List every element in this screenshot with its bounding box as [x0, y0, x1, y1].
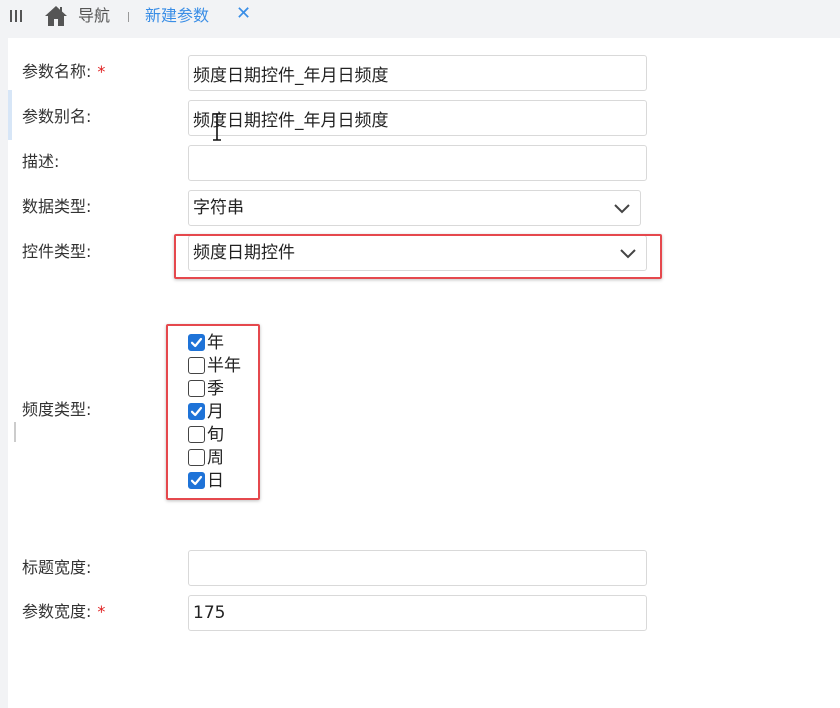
description-label: 描述: — [22, 152, 60, 171]
control-type-label: 控件类型: — [22, 242, 92, 261]
resize-handle[interactable] — [14, 422, 16, 442]
menu-toggle-icon[interactable] — [10, 10, 22, 22]
close-tab-icon[interactable]: ✕ — [236, 4, 251, 24]
data-type-label: 数据类型: — [22, 197, 92, 216]
param-alias-label: 参数别名: — [22, 107, 92, 126]
frequency-highlight — [166, 324, 260, 500]
param-name-label: 参数名称: * — [22, 62, 106, 81]
data-type-select[interactable]: 字符串 — [188, 190, 641, 226]
param-name-input[interactable] — [188, 55, 647, 91]
required-mark: * — [97, 62, 106, 81]
home-icon[interactable] — [44, 5, 68, 27]
title-width-input[interactable] — [188, 550, 647, 586]
tab-new-parameter[interactable]: 新建参数 — [145, 6, 209, 26]
param-width-input[interactable] — [188, 595, 647, 631]
control-type-highlight — [174, 234, 662, 279]
left-edge-mark — [8, 90, 12, 140]
frequency-type-label: 频度类型: — [22, 400, 92, 419]
title-width-label: 标题宽度: — [22, 558, 92, 577]
text-cursor-icon — [213, 113, 221, 141]
top-bar: 导航 新建参数 ✕ — [0, 0, 840, 34]
chevron-down-icon — [614, 204, 630, 214]
param-width-label: 参数宽度: * — [22, 602, 106, 621]
data-type-value: 字符串 — [193, 198, 244, 218]
param-alias-input[interactable] — [188, 100, 647, 136]
nav-label[interactable]: 导航 — [78, 6, 110, 26]
required-mark: * — [97, 602, 106, 621]
description-input[interactable] — [188, 145, 647, 181]
breadcrumb-separator — [128, 12, 129, 22]
